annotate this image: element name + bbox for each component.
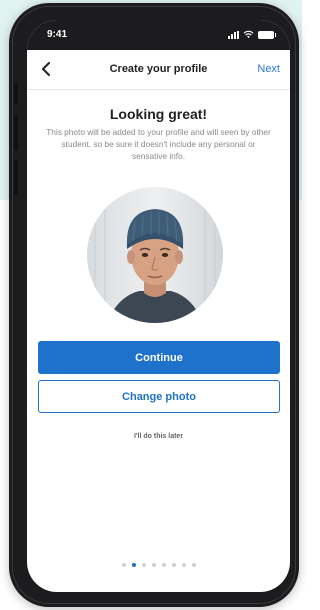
profile-photo-image bbox=[87, 187, 223, 323]
pagination-dots bbox=[27, 563, 290, 567]
volume-up-button bbox=[14, 115, 18, 151]
navigation-bar: Create your profile Next bbox=[27, 50, 290, 90]
continue-button[interactable]: Continue bbox=[38, 341, 280, 374]
battery-icon bbox=[258, 31, 276, 39]
change-photo-button[interactable]: Change photo bbox=[38, 380, 280, 413]
pagination-dot bbox=[171, 563, 176, 567]
wifi-icon bbox=[243, 30, 254, 39]
mute-switch bbox=[14, 83, 18, 105]
heading: Looking great! bbox=[109, 106, 208, 122]
status-icons bbox=[228, 30, 276, 39]
pagination-dot bbox=[181, 563, 186, 567]
pagination-dot bbox=[131, 563, 136, 567]
phone-screen: 9:41 Create your profile Next Looking gr… bbox=[27, 20, 290, 592]
pagination-dot bbox=[191, 563, 196, 567]
page-title: Create your profile bbox=[109, 63, 208, 75]
pagination-dot bbox=[121, 563, 126, 567]
status-bar: 9:41 bbox=[27, 20, 290, 50]
description-text: This photo will be added to your profile… bbox=[46, 127, 271, 161]
profile-photo bbox=[87, 187, 223, 323]
volume-down-button bbox=[14, 159, 18, 195]
signal-icon bbox=[228, 31, 239, 39]
pagination-dot bbox=[141, 563, 146, 567]
do-later-link[interactable]: I'll do this later bbox=[27, 433, 290, 440]
pagination-dot bbox=[161, 563, 166, 567]
pagination-dot bbox=[151, 563, 156, 567]
status-time: 9:41 bbox=[47, 29, 68, 40]
next-button[interactable]: Next bbox=[257, 63, 280, 75]
